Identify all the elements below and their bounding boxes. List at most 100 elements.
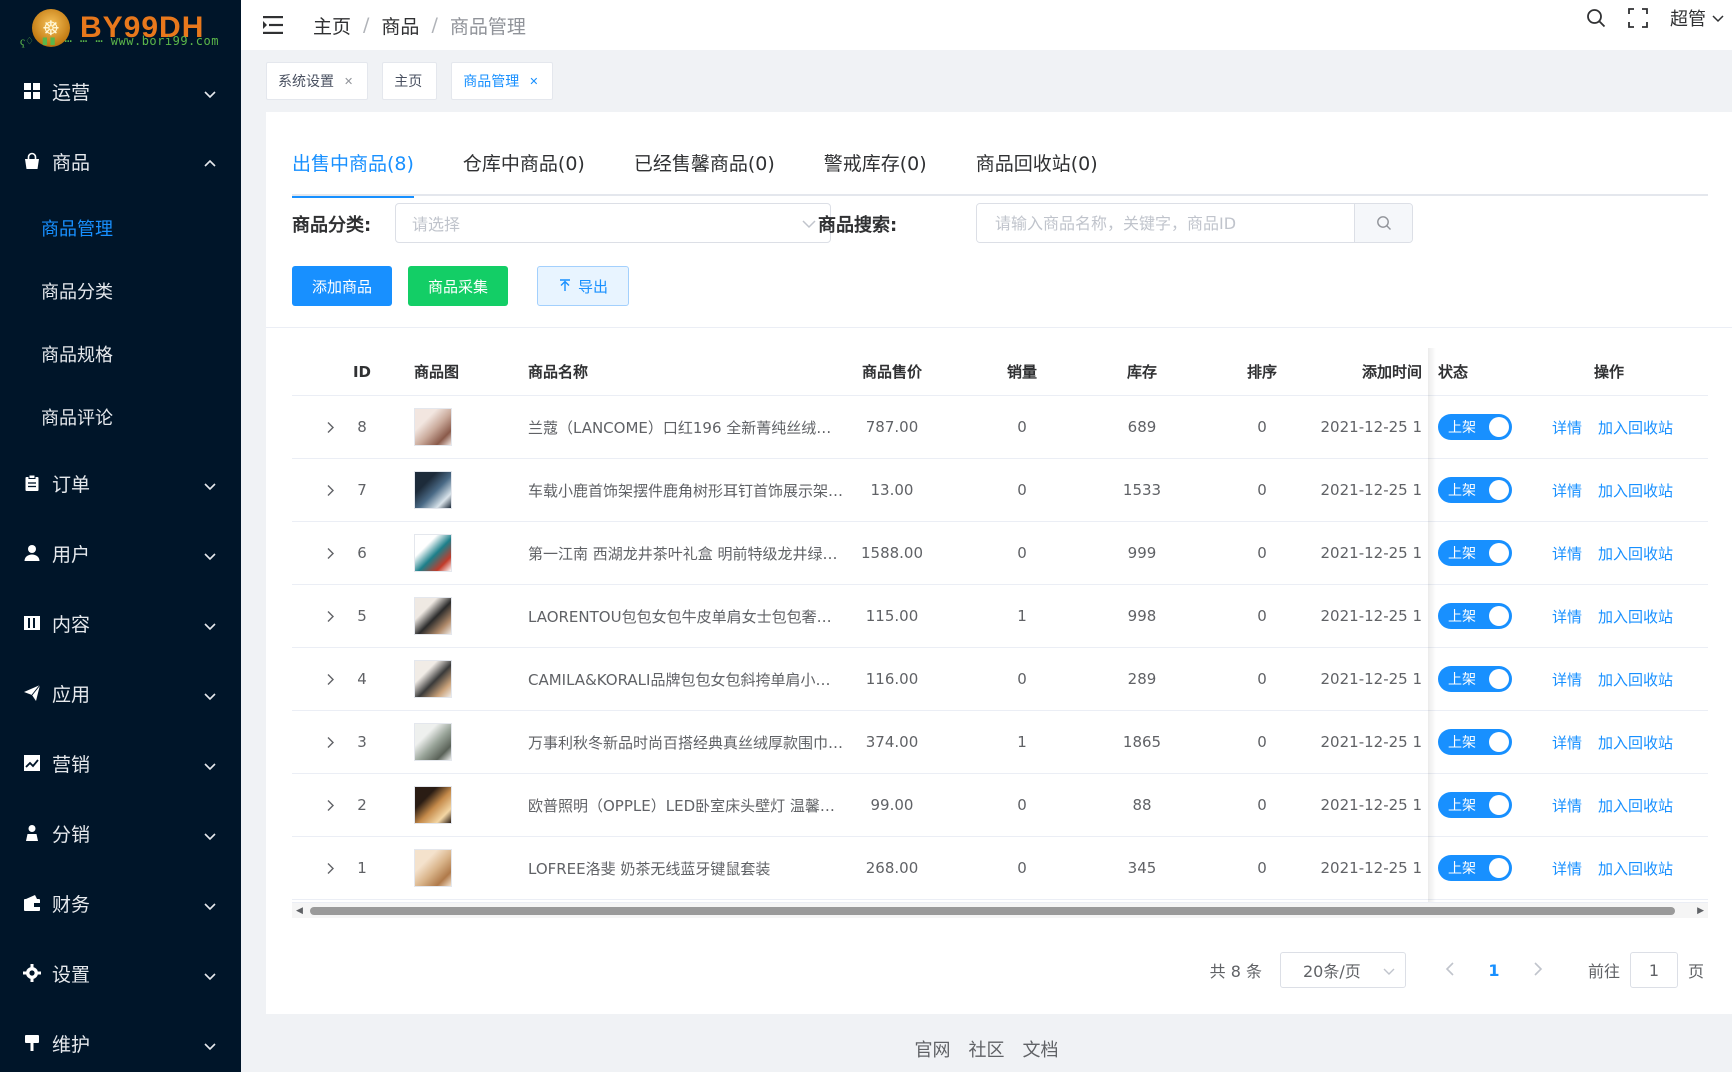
- tab-1[interactable]: 仓库中商品(0): [463, 146, 585, 196]
- table-row[interactable]: 8 兰蔻（LANCOME）口红196 全新菁纯丝绒雾面唇膏 787.00 0 689 0 2…: [292, 396, 1708, 459]
- table-row[interactable]: 2欧普照明（OPPLE）LED卧室床头壁灯 温馨浪漫卧室灯99.00088020…: [292, 774, 1708, 837]
- sidebar-item-3[interactable]: 用户: [0, 518, 241, 588]
- status-toggle[interactable]: 上架: [1438, 666, 1512, 692]
- collect-goods-button[interactable]: 商品采集: [408, 266, 508, 306]
- status-toggle[interactable]: 上架: [1438, 792, 1512, 818]
- sidebar-item-6[interactable]: 营销: [0, 728, 241, 798]
- search-button[interactable]: [1354, 204, 1412, 242]
- detail-link[interactable]: 详情: [1552, 606, 1582, 627]
- tab-2[interactable]: 已经售馨商品(0): [634, 146, 775, 196]
- status-toggle[interactable]: 上架: [1438, 477, 1512, 503]
- scroll-left-arrow-icon[interactable]: ◀: [296, 906, 303, 916]
- status-toggle[interactable]: 上架: [1438, 540, 1512, 566]
- cell-stock: 1533: [1122, 481, 1162, 499]
- status-toggle[interactable]: 上架: [1438, 414, 1512, 440]
- recycle-link[interactable]: 加入回收站: [1598, 669, 1673, 690]
- status-toggle[interactable]: 上架: [1438, 729, 1512, 755]
- cell-price: 99.00: [870, 796, 914, 814]
- search-icon[interactable]: [1586, 8, 1606, 28]
- sidebar-item-2[interactable]: 订单: [0, 448, 241, 518]
- detail-link[interactable]: 详情: [1552, 417, 1582, 438]
- recycle-link[interactable]: 加入回收站: [1598, 543, 1673, 564]
- prev-page-button[interactable]: [1428, 961, 1472, 980]
- recycle-link[interactable]: 加入回收站: [1598, 480, 1673, 501]
- export-button[interactable]: 导出: [537, 266, 629, 306]
- table-row[interactable]: 7 车载小鹿首饰架摆件鹿角树形耳钉首饰展示架耳环架 13.00 0 1533 0 2021-…: [292, 459, 1708, 522]
- tag-2[interactable]: 商品管理 ✕: [451, 62, 554, 100]
- goods-thumbnail[interactable]: [414, 786, 452, 824]
- close-icon[interactable]: ✕: [529, 75, 538, 88]
- menu-fold-icon[interactable]: [263, 15, 285, 35]
- sidebar-subitem-1-1[interactable]: 商品分类: [0, 259, 241, 322]
- sidebar-item-label: 内容: [52, 613, 91, 636]
- search-input[interactable]: [977, 204, 1354, 242]
- recycle-link[interactable]: 加入回收站: [1598, 732, 1673, 753]
- detail-link[interactable]: 详情: [1552, 858, 1582, 879]
- sidebar-item-8[interactable]: 财务: [0, 868, 241, 938]
- recycle-link[interactable]: 加入回收站: [1598, 606, 1673, 627]
- sidebar-item-9[interactable]: 设置: [0, 938, 241, 1008]
- recycle-link[interactable]: 加入回收站: [1598, 417, 1673, 438]
- goods-thumbnail[interactable]: [414, 723, 452, 761]
- scrollbar-thumb[interactable]: [310, 907, 1675, 915]
- goods-thumbnail[interactable]: [414, 534, 452, 572]
- sidebar-item-1[interactable]: 商品: [0, 126, 241, 196]
- scroll-right-arrow-icon[interactable]: ▶: [1697, 906, 1704, 916]
- goods-thumbnail[interactable]: [414, 597, 452, 635]
- goods-thumbnail[interactable]: [414, 408, 452, 446]
- sidebar-item-7[interactable]: 分销: [0, 798, 241, 868]
- user-dropdown[interactable]: 超管: [1670, 5, 1724, 31]
- breadcrumb-item-goods[interactable]: 商品: [381, 12, 419, 39]
- footer-link-community[interactable]: 社区: [969, 1036, 1005, 1062]
- sidebar-item-0[interactable]: 运营: [0, 56, 241, 126]
- cell-id: 6: [357, 544, 367, 562]
- sidebar-subitem-1-2[interactable]: 商品规格: [0, 322, 241, 385]
- fullscreen-icon[interactable]: [1628, 8, 1648, 28]
- table-row[interactable]: 3 万事利秋冬新品时尚百搭经典真丝绒厚款围巾 格纹款 374.00 1 1865 0 202…: [292, 711, 1708, 774]
- footer-link-official[interactable]: 官网: [915, 1036, 951, 1062]
- user-name: 超管: [1670, 9, 1706, 30]
- tab-3[interactable]: 警戒库存(0): [824, 146, 927, 196]
- sidebar-item-5[interactable]: 应用: [0, 658, 241, 728]
- breadcrumb-item-home[interactable]: 主页: [313, 12, 351, 39]
- status-toggle[interactable]: 上架: [1438, 855, 1512, 881]
- detail-link[interactable]: 详情: [1552, 543, 1582, 564]
- logo[interactable]: ☸ BY99DH ҁ♢ ∎∎ ⋯ ⋯ ⋯ www.bori99.com: [0, 0, 241, 56]
- sidebar-item-4[interactable]: 内容: [0, 588, 241, 658]
- cell-operations: 详情 加入回收站: [1538, 648, 1708, 710]
- category-select[interactable]: 请选择: [395, 203, 831, 243]
- recycle-link[interactable]: 加入回收站: [1598, 795, 1673, 816]
- cell-name: 兰蔻（LANCOME）口红196 全新菁纯丝绒雾面唇膏: [528, 396, 844, 458]
- detail-link[interactable]: 详情: [1552, 795, 1582, 816]
- recycle-link[interactable]: 加入回收站: [1598, 858, 1673, 879]
- tab-4[interactable]: 商品回收站(0): [976, 146, 1098, 196]
- goto-input[interactable]: 1: [1629, 952, 1678, 988]
- table-row[interactable]: 5 LAORENTOU包包女包牛皮单肩女士包包奢侈品女包 115.00 1 998 0 20…: [292, 585, 1708, 648]
- status-toggle[interactable]: 上架: [1438, 603, 1512, 629]
- goods-thumbnail[interactable]: [414, 849, 452, 887]
- sidebar-subitem-1-3[interactable]: 商品评论: [0, 385, 241, 448]
- page-size-select[interactable]: 20条/页: [1279, 952, 1406, 988]
- tab-0[interactable]: 出售中商品(8): [292, 146, 414, 198]
- next-page-button[interactable]: [1516, 961, 1560, 980]
- tag-0[interactable]: 系统设置 ✕: [266, 62, 369, 100]
- detail-link[interactable]: 详情: [1552, 669, 1582, 690]
- table-row[interactable]: 1 LOFREE洛斐 奶茶无线蓝牙键鼠套装 268.00 0 345 0 2021-12-2…: [292, 837, 1708, 900]
- table-row[interactable]: 6第一江南 西湖龙井茶叶礼盒 明前特级龙井绿茶【礼盒装】1588.0009990…: [292, 522, 1708, 585]
- detail-link[interactable]: 详情: [1552, 480, 1582, 501]
- cell-status: 上架: [1428, 585, 1538, 647]
- close-icon[interactable]: ✕: [344, 75, 353, 88]
- goods-name: 欧普照明（OPPLE）LED卧室床头壁灯 温馨浪漫卧室灯: [528, 796, 844, 815]
- add-goods-button[interactable]: 添加商品: [292, 266, 392, 306]
- horizontal-scrollbar[interactable]: ◀ ▶: [292, 902, 1708, 918]
- detail-link[interactable]: 详情: [1552, 732, 1582, 753]
- footer-link-docs[interactable]: 文档: [1023, 1036, 1059, 1062]
- goods-thumbnail[interactable]: [414, 471, 452, 509]
- sidebar-item-10[interactable]: 维护: [0, 1008, 241, 1072]
- table-row[interactable]: 4 CAMILA&KORALI品牌包包女包斜挎单肩小包女式 116.00 0 289 0 2…: [292, 648, 1708, 711]
- sidebar-subitem-1-0[interactable]: 商品管理: [0, 196, 241, 259]
- page-number-current[interactable]: 1: [1472, 961, 1516, 980]
- tag-1[interactable]: 主页: [382, 62, 438, 100]
- goods-thumbnail[interactable]: [414, 660, 452, 698]
- cell-sales: 0: [1017, 481, 1027, 499]
